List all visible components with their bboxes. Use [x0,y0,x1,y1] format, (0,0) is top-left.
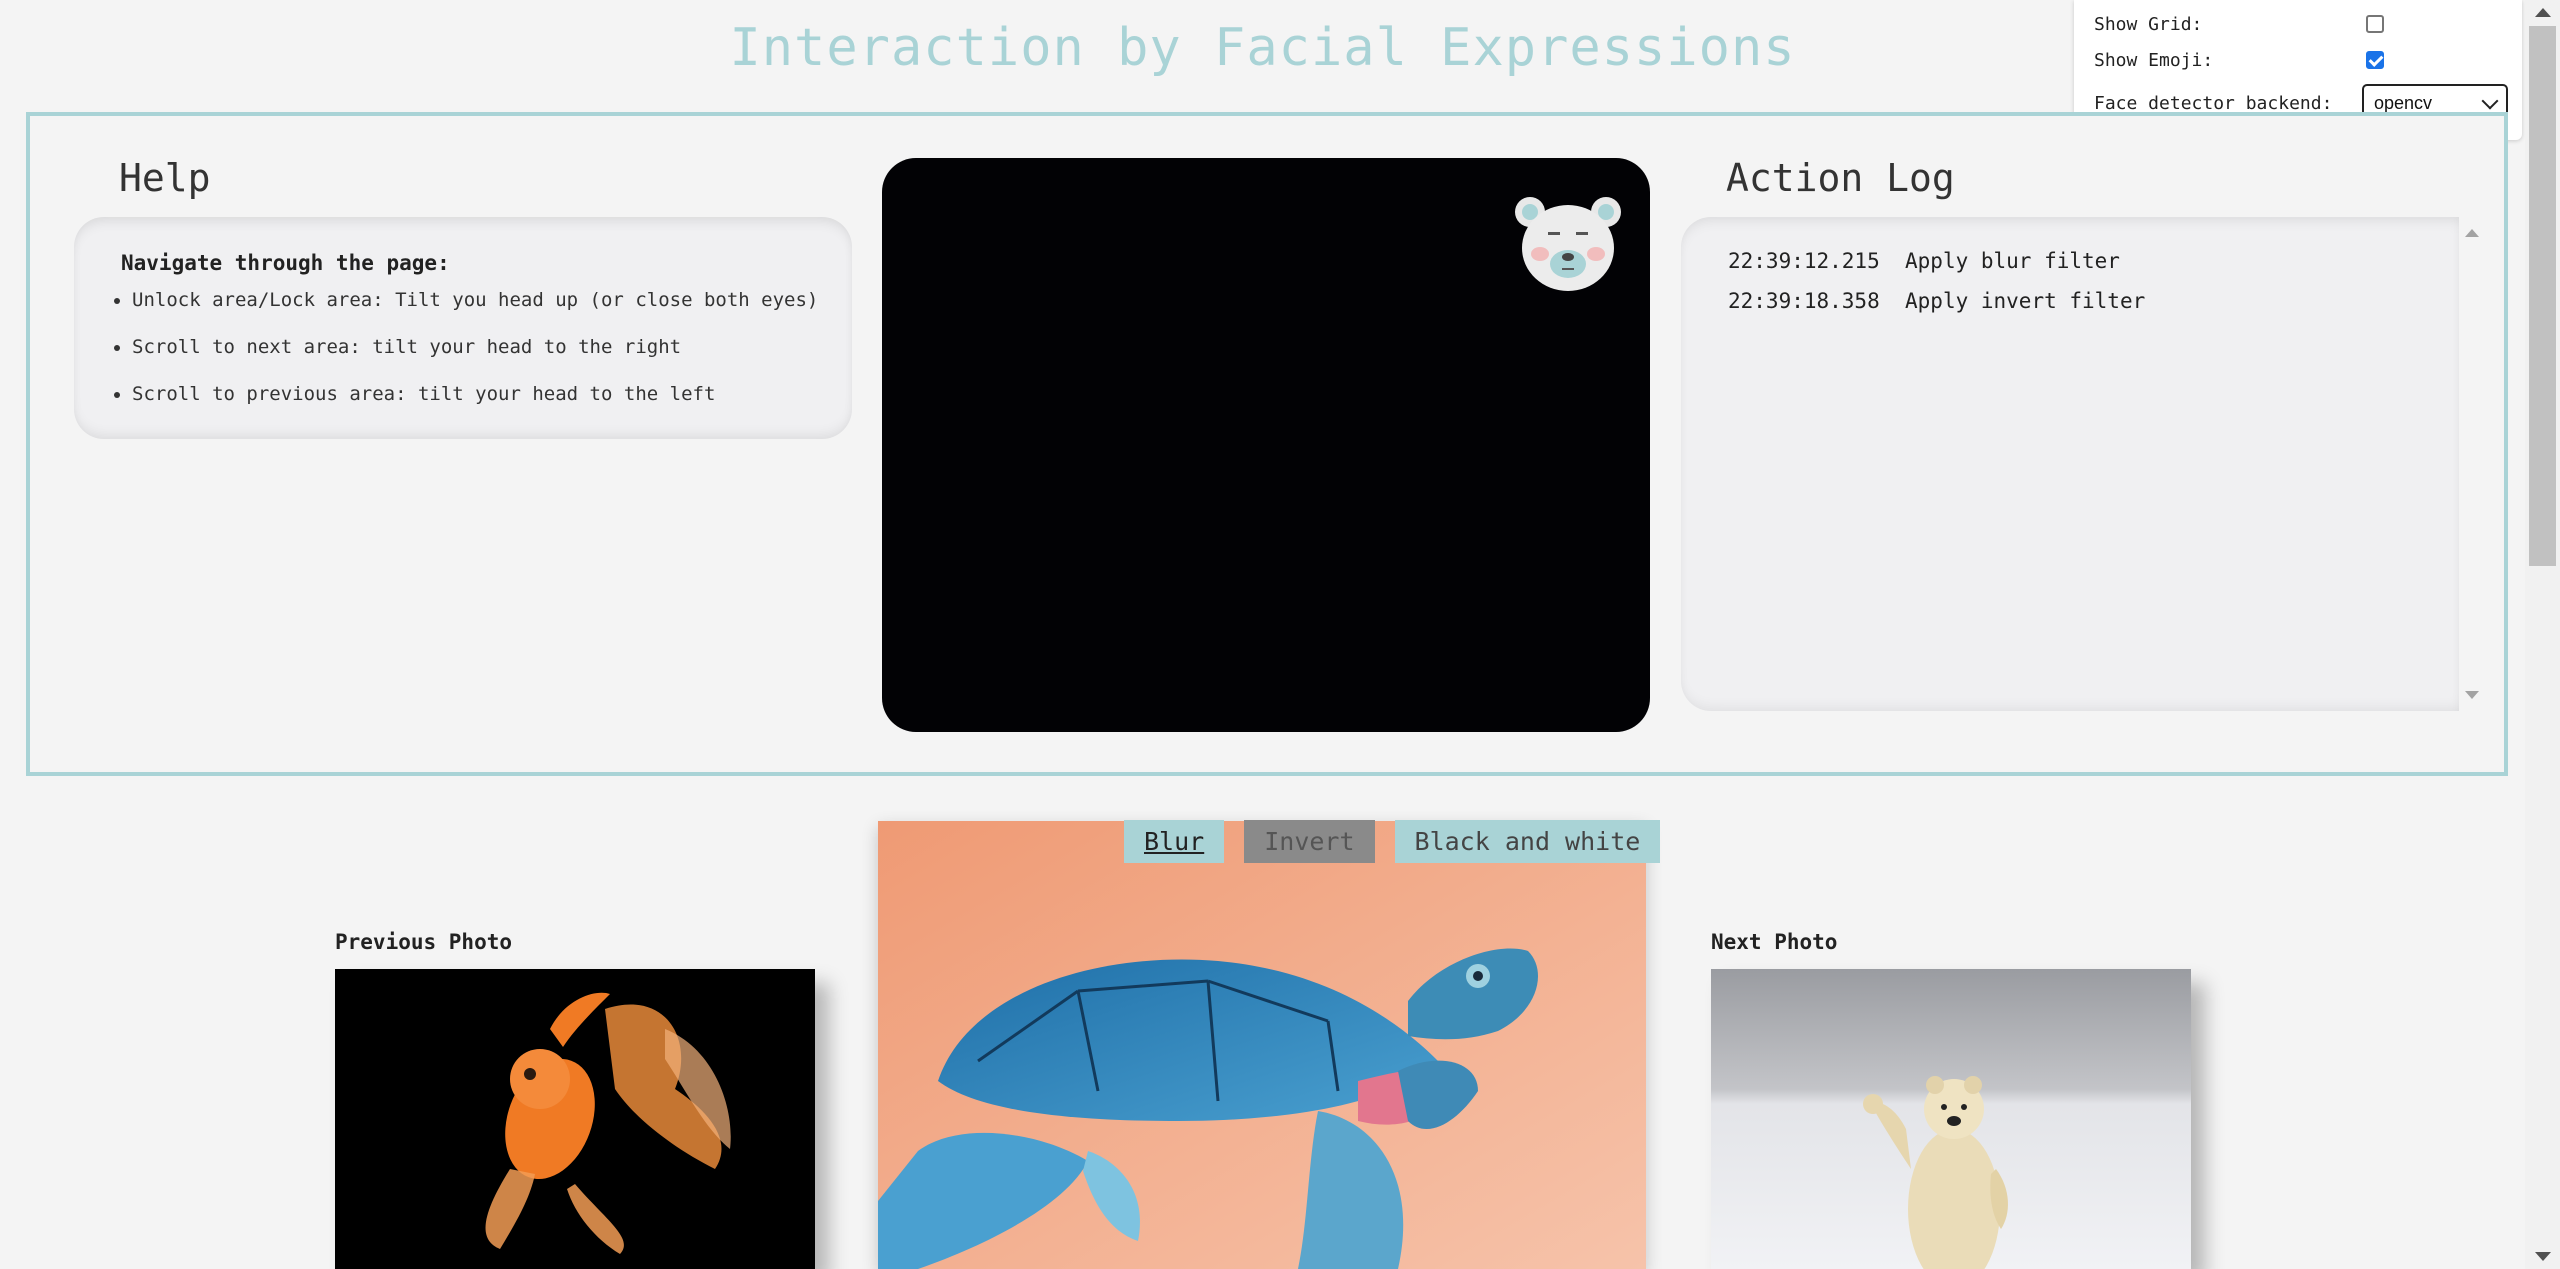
help-panel: Navigate through the page: Unlock area/L… [74,217,852,439]
page-scroll-down-icon[interactable] [2535,1252,2551,1261]
backend-row: Face detector backend: [2094,93,2332,114]
help-item-previous: Scroll to previous area: tilt your head … [132,371,818,418]
log-entry-time: 22:39:18.358 [1728,289,1880,313]
help-item-next: Scroll to next area: tilt your head to t… [132,324,818,371]
backend-label: Face detector backend: [2094,93,2333,114]
show-emoji-label: Show Emoji: [2094,50,2214,71]
scroll-down-arrow-icon[interactable] [2465,691,2479,699]
goldfish-image [335,969,815,1269]
show-emoji-row: Show Emoji: [2094,50,2213,71]
log-entry: 22:39:18.358 Apply invert filter [1728,289,2145,313]
help-nav-title: Navigate through the page: [121,251,450,275]
polar-bear-image [1711,969,2191,1269]
black-and-white-filter-button[interactable]: Black and white [1394,820,1661,863]
next-photo-label: Next Photo [1711,930,1838,954]
scroll-up-arrow-icon[interactable] [2465,229,2479,237]
blur-filter-button[interactable]: Blur [1124,820,1225,863]
chevron-down-icon [2481,92,2499,110]
polar-bear-emoji-icon [1515,197,1621,291]
next-photo[interactable] [1711,969,2191,1269]
backend-select-value: opencv [2374,93,2433,113]
action-log-scrollbar[interactable] [2459,217,2485,711]
page: Interaction by Facial Expressions Show G… [0,0,2560,1269]
page-scrollbar[interactable] [2525,0,2560,1269]
log-entry-action: Apply blur filter [1905,249,2120,273]
action-log-heading: Action Log [1726,156,1955,200]
show-grid-row: Show Grid: [2094,14,2202,35]
previous-photo[interactable] [335,969,815,1269]
show-emoji-checkbox[interactable] [2366,51,2384,69]
page-scroll-thumb[interactable] [2529,26,2556,566]
help-heading: Help [119,156,211,200]
current-photo [878,821,1646,1269]
help-item-unlock: Unlock area/Lock area: Tilt you head up … [132,277,818,324]
log-entry: 22:39:12.215 Apply blur filter [1728,249,2120,273]
invert-filter-button[interactable]: Invert [1244,820,1375,863]
filter-buttons: Blur Invert Black and white [1124,820,1661,863]
page-scroll-up-icon[interactable] [2535,8,2551,17]
sea-turtle-image [878,821,1646,1269]
webcam-feed [882,158,1650,732]
previous-photo-label: Previous Photo [335,930,513,954]
show-grid-checkbox[interactable] [2366,15,2384,33]
help-list: Unlock area/Lock area: Tilt you head up … [92,277,818,418]
log-entry-time: 22:39:12.215 [1728,249,1880,273]
log-entry-action: Apply invert filter [1905,289,2146,313]
show-grid-label: Show Grid: [2094,14,2203,35]
action-log-panel: 22:39:12.215 Apply blur filter 22:39:18.… [1681,217,2459,711]
interaction-area: Help Navigate through the page: Unlock a… [26,112,2508,776]
